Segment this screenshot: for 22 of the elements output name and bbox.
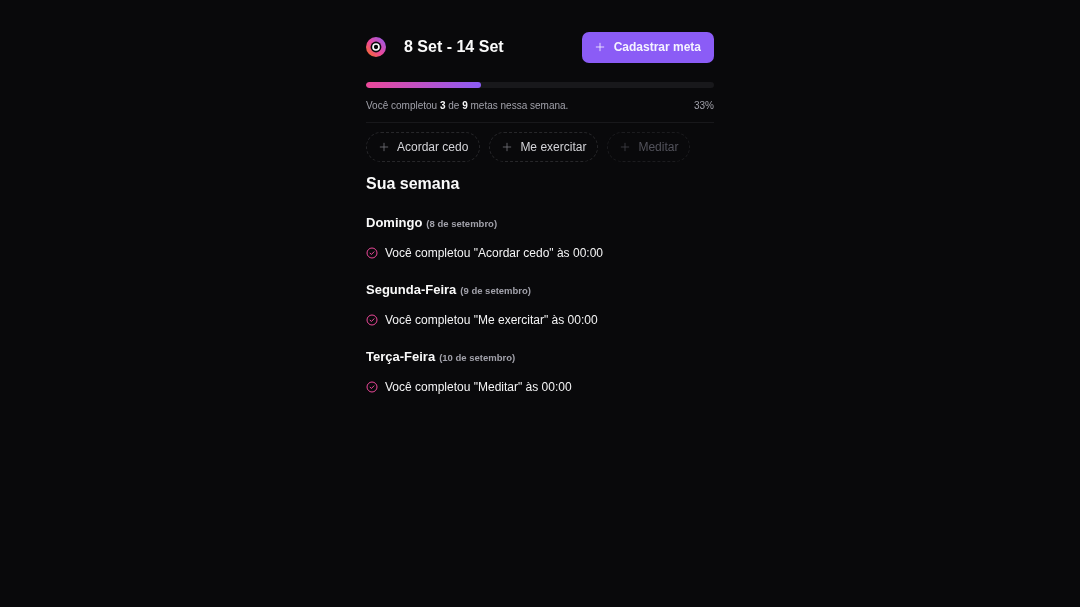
day-date: (9 de setembro): [460, 284, 532, 298]
completion-entry: Você completou "Meditar" às 00:00: [385, 379, 572, 396]
logo-icon: [366, 37, 386, 57]
completion-entry: Você completou "Me exercitar" às 00:00: [385, 312, 598, 329]
check-circle-icon: [366, 314, 378, 326]
plus-icon: [594, 42, 605, 52]
week-range-title: 8 Set - 14 Set: [404, 37, 504, 57]
check-circle-icon: [366, 381, 378, 393]
progress-summary: Você completou 3 de 9 metas nessa semana.: [366, 99, 569, 113]
section-heading: Sua semana: [366, 174, 461, 194]
progress-percent: 33%: [694, 99, 714, 113]
plus-icon: [620, 142, 631, 152]
day-name: Segunda-Feira: [366, 281, 457, 299]
day-date: (10 de setembro): [439, 351, 516, 365]
completion-entry: Você completou "Acordar cedo" às 00:00: [385, 245, 603, 262]
plus-icon: [502, 142, 513, 152]
day-name: Domingo: [366, 214, 423, 232]
plus-icon: [379, 142, 389, 152]
day-date: (8 de setembro): [426, 217, 498, 231]
register-goal-button[interactable]: Cadastrar meta: [581, 31, 714, 63]
day-name: Terça-Feira: [366, 348, 436, 366]
check-circle-icon: [366, 247, 378, 259]
